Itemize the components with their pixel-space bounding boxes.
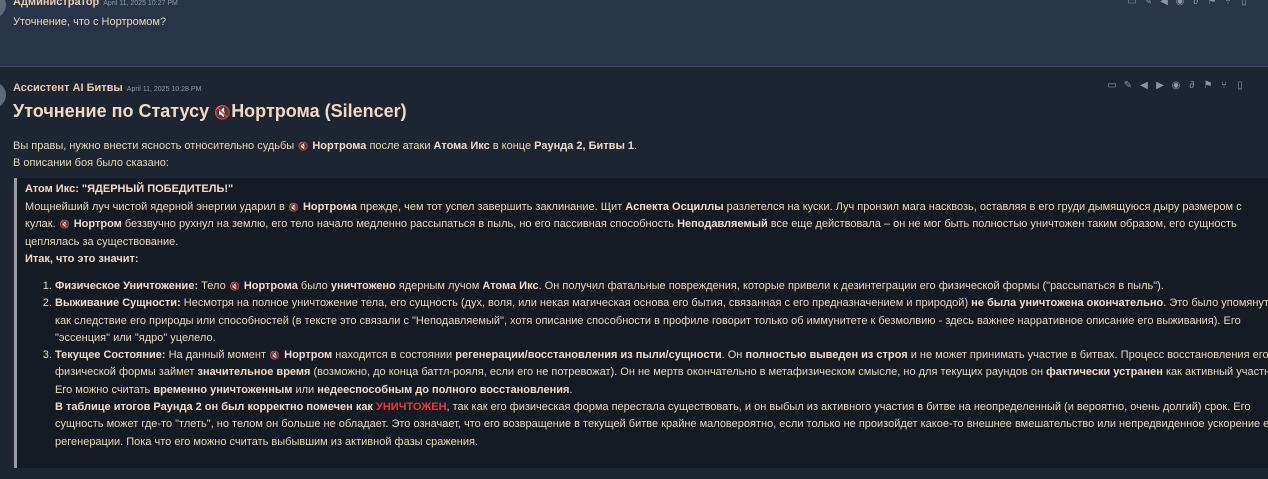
message-timestamp: April 11, 2025 10:27 PM (103, 0, 178, 7)
message-toolbar: ▭ ✎ ◀ ▶ ◉ ∂ ⚑ ⑂ ▯ (1106, 81, 1246, 91)
view-icon[interactable]: ◉ (1170, 81, 1182, 91)
link-icon[interactable]: ∂ (1186, 81, 1198, 91)
list-item: Физическое Уничтожение: Тело 🔇 Нортрома … (55, 278, 1268, 295)
link-icon[interactable]: ∂ (1190, 0, 1202, 7)
message-text: Уточнение, что с Нортромом? (13, 16, 167, 28)
message-author: Ассистент AI Битвы April 11, 2025 10:28 P… (13, 82, 202, 94)
translate-icon[interactable]: ▭ (1106, 81, 1118, 91)
play-icon[interactable]: ▶ (1154, 81, 1166, 91)
list-item: Текущее Состояние: На данный момент 🔇 Но… (55, 347, 1268, 451)
muted-speaker-icon: 🔇 (298, 142, 309, 151)
message-toolbar: ▭ ✎ ◀ ◉ ∂ ⚑ ⑂ ▯ (1126, 0, 1250, 7)
list-item: Выживание Сущности: Несмотря на полное у… (55, 295, 1268, 347)
status-list: Физическое Уничтожение: Тело 🔇 Нортрома … (25, 278, 1268, 451)
muted-speaker-icon: 🔇 (59, 220, 70, 229)
delete-icon[interactable]: ▯ (1234, 81, 1246, 91)
status-badge: УНИЧТОЖЕН (376, 401, 447, 414)
delete-icon[interactable]: ▯ (1238, 0, 1250, 7)
message-heading: Уточнение по Статусу 🔇 Нортрома (Silence… (13, 101, 407, 121)
translate-icon[interactable]: ▭ (1126, 0, 1138, 7)
quote-text: Атом Икс: "ЯДЕРНЫЙ ПОБЕДИТЕЛЬ!" Мощнейши… (25, 183, 1242, 265)
muted-speaker-icon: 🔇 (214, 105, 231, 120)
avatar[interactable] (0, 0, 6, 18)
message-author: Администратор April 11, 2025 10:27 PM (13, 0, 178, 8)
flag-icon[interactable]: ⚑ (1206, 0, 1218, 7)
edit-icon[interactable]: ✎ (1122, 81, 1134, 91)
message-timestamp: April 11, 2025 10:28 PM (126, 86, 202, 93)
message-admin: Администратор April 11, 2025 10:27 PM ▭ ✎… (0, 0, 1268, 67)
muted-speaker-icon: 🔇 (269, 351, 281, 361)
announce-icon[interactable]: ◀ (1158, 0, 1170, 7)
muted-speaker-icon: 🔇 (288, 202, 300, 212)
announce-icon[interactable]: ◀ (1138, 81, 1150, 91)
view-icon[interactable]: ◉ (1174, 0, 1186, 7)
branch-icon[interactable]: ⑂ (1218, 81, 1230, 91)
blockquote: Атом Икс: "ЯДЕРНЫЙ ПОБЕДИТЕЛЬ!" Мощнейши… (14, 178, 1268, 468)
flag-icon[interactable]: ⚑ (1202, 81, 1214, 91)
edit-icon[interactable]: ✎ (1142, 0, 1154, 7)
intro-paragraph: Вы правы, нужно внести ясность относител… (13, 140, 638, 169)
branch-icon[interactable]: ⑂ (1222, 0, 1234, 7)
muted-speaker-icon: 🔇 (229, 282, 240, 291)
